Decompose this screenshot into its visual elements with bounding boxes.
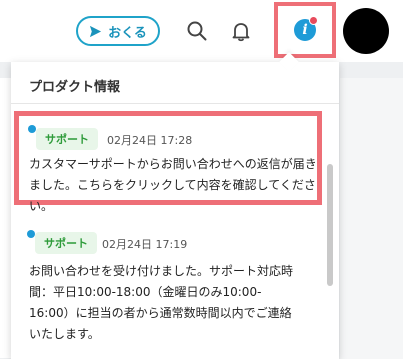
bell-icon xyxy=(232,23,250,42)
message-line: 16:00）に担当の者から通常数時間以内でご連絡 xyxy=(29,306,292,320)
background-area xyxy=(340,78,403,359)
info-icon: i xyxy=(294,16,318,41)
product-info-button[interactable]: i xyxy=(274,2,336,58)
notification-date: 02月24日 17:28 xyxy=(107,134,193,147)
divider xyxy=(11,103,339,104)
notification-button[interactable] xyxy=(225,15,257,47)
notification-message: お問い合わせを受け付けました。サポート対応時 間：平日10:00-18:00（金… xyxy=(29,261,325,345)
panel-title: プロダクト情報 xyxy=(29,80,121,95)
send-icon xyxy=(90,25,102,37)
message-line: カスタマーサポートからお問い合わせへの返信が届き xyxy=(29,157,317,171)
category-badge: サポート xyxy=(36,128,98,150)
notification-item[interactable]: サポート 02月24日 17:19 お問い合わせを受け付けました。サポート対応時… xyxy=(11,222,327,359)
notification-item[interactable]: サポート 02月24日 17:28 カスタマーサポートからお問い合わせへの返信が… xyxy=(14,111,322,213)
unread-dot xyxy=(27,230,35,238)
message-line: お問い合わせを受け付けました。サポート対応時 xyxy=(29,264,294,278)
send-button[interactable]: おくる xyxy=(76,16,160,46)
message-line: いたします。 xyxy=(29,327,100,341)
message-line: ました。こちらをクリックして内容を確認してください。 xyxy=(29,178,316,213)
scrollbar[interactable] xyxy=(327,164,333,286)
notification-date: 02月24日 17:19 xyxy=(102,238,188,251)
category-badge: サポート xyxy=(35,232,97,254)
top-bar: おくる i xyxy=(0,0,403,62)
search-icon xyxy=(187,21,207,41)
notification-message: カスタマーサポートからお問い合わせへの返信が届き ました。こちらをクリックして内… xyxy=(29,154,329,217)
unread-indicator-dot xyxy=(309,16,318,25)
avatar[interactable] xyxy=(343,8,389,54)
send-button-label: おくる xyxy=(108,25,147,41)
search-button[interactable] xyxy=(181,15,213,47)
unread-dot xyxy=(28,125,36,133)
product-info-dropdown: プロダクト情報 サポート 02月24日 17:28 カスタマーサポートからお問い… xyxy=(11,62,339,359)
message-line: 間：平日10:00-18:00（金曜日のみ10:00- xyxy=(29,285,262,299)
